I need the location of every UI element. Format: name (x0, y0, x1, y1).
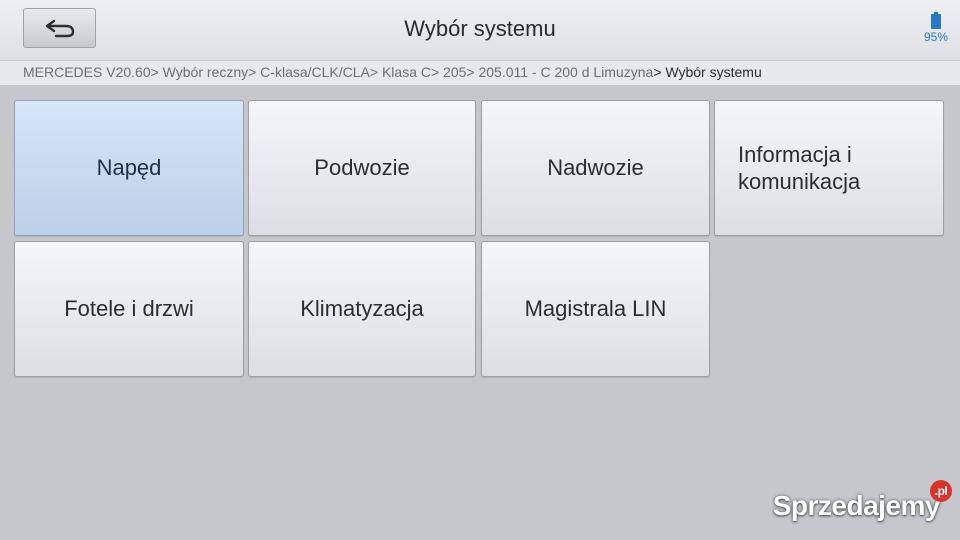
watermark-logo: Sprzedajemy .pl (772, 480, 952, 522)
battery-icon (930, 12, 942, 29)
breadcrumb: MERCEDES V20.60> Wybór reczny> C-klasa/C… (0, 61, 960, 85)
system-tile-label: Klimatyzacja (300, 296, 424, 321)
system-tile-klimatyzacja[interactable]: Klimatyzacja (248, 241, 476, 377)
system-tile-naped[interactable]: Napęd (14, 100, 244, 236)
system-tile-podwozie[interactable]: Podwozie (248, 100, 476, 236)
battery-status: 95% (918, 12, 954, 44)
system-tile-label: Informacja i komunikacja (738, 142, 861, 194)
system-tile-label: Napęd (96, 155, 162, 180)
system-tile-informacja-i-komunikacja[interactable]: Informacja i komunikacja (714, 100, 944, 236)
watermark-text: Sprzedajemy (772, 490, 941, 521)
system-tile-nadwozie[interactable]: Nadwozie (481, 100, 710, 236)
system-tile-magistrala-lin[interactable]: Magistrala LIN (481, 241, 710, 377)
system-tile-label: Podwozie (314, 155, 410, 180)
page-title: Wybór systemu (404, 16, 556, 41)
system-tile-fotele-i-drzwi[interactable]: Fotele i drzwi (14, 241, 244, 377)
watermark-suffix: .pl (930, 480, 952, 502)
breadcrumb-current: > Wybór systemu (653, 64, 762, 80)
system-tile-label: Nadwozie (547, 155, 644, 180)
breadcrumb-path: MERCEDES V20.60> Wybór reczny> C-klasa/C… (23, 64, 654, 80)
battery-percent: 95% (923, 30, 949, 44)
system-tile-label: Fotele i drzwi (64, 296, 194, 321)
header-bar: Wybór systemu 95% (0, 0, 960, 61)
system-tile-label: Magistrala LIN (524, 296, 667, 321)
